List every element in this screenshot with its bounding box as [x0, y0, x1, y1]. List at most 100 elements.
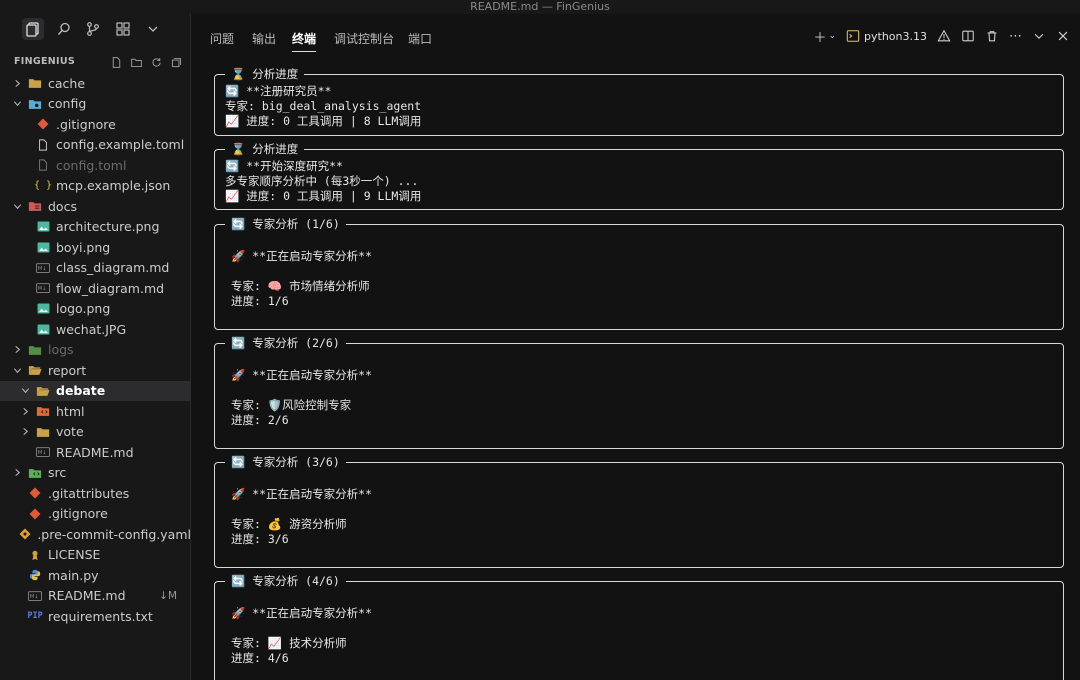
split-terminal-icon[interactable] — [961, 28, 975, 44]
tab-debug-console[interactable]: 调试控制台 — [334, 30, 394, 47]
markdown-icon: M↓ — [28, 590, 42, 602]
chevron-right-icon[interactable] — [12, 345, 22, 355]
box-legend: 🔄 专家分析 (1/6) — [225, 217, 346, 231]
tree-file[interactable]: LICENSE — [0, 545, 191, 566]
explorer-icon[interactable] — [22, 18, 44, 40]
tree-folder[interactable]: cache — [0, 73, 191, 94]
tree-item-label: docs — [48, 198, 77, 214]
tab-problems[interactable]: 问题 — [210, 30, 234, 47]
tree-file[interactable]: logo.png — [0, 299, 191, 320]
close-icon[interactable] — [1056, 28, 1070, 44]
tab-output[interactable]: 输出 — [252, 30, 276, 47]
tree-item-label: architecture.png — [56, 219, 160, 235]
tree-item-label: config.toml — [56, 157, 127, 173]
chevron-right-icon[interactable] — [12, 468, 22, 478]
terminal-line: 专家: 📈 技术分析师 — [231, 636, 347, 650]
git-icon — [28, 508, 42, 520]
tree-item-label: .pre-commit-config.yaml — [37, 526, 191, 542]
warning-icon[interactable] — [937, 28, 951, 44]
git-icon — [28, 487, 42, 499]
tree-folder[interactable]: report — [0, 360, 191, 381]
chevron-right-icon[interactable] — [20, 427, 30, 437]
trash-icon[interactable] — [985, 28, 999, 44]
chevron-right-icon[interactable] — [20, 406, 30, 416]
new-folder-icon[interactable] — [129, 55, 143, 69]
tree-item-label: cache — [48, 75, 86, 91]
tree-folder[interactable]: vote — [0, 422, 191, 443]
tree-file[interactable]: PIP requirements.txt — [0, 606, 191, 627]
more-icon[interactable]: ⋯ — [1009, 28, 1022, 44]
terminal-line: 专家: 🛡️风险控制专家 — [231, 398, 352, 412]
terminal-line: 📈 进度: 0 工具调用 | 8 LLM调用 — [225, 114, 422, 128]
source-control-icon[interactable] — [82, 18, 104, 40]
svg-text:M↓: M↓ — [38, 266, 47, 272]
tree-item-label: boyi.png — [56, 239, 111, 255]
tree-file[interactable]: { } mcp.example.json — [0, 176, 191, 197]
extensions-icon[interactable] — [112, 18, 134, 40]
tree-file[interactable]: config.example.toml — [0, 135, 191, 156]
image-icon — [36, 323, 50, 335]
file-tree: cache config .gitignore config.example.toml… — [0, 73, 191, 627]
tree-file[interactable]: boyi.png — [0, 237, 191, 258]
terminal-line: 进度: 3/6 — [231, 532, 289, 546]
tree-item-label: logs — [48, 342, 74, 358]
tree-file[interactable]: M↓ README.md — [0, 442, 191, 463]
tree-file[interactable]: M↓ README.md ↓M — [0, 586, 191, 607]
chevron-down-icon[interactable] — [142, 18, 164, 40]
chevron-right-icon[interactable] — [12, 78, 22, 88]
terminal-line: 🚀 **正在启动专家分析** — [231, 368, 372, 382]
chevron-down-icon[interactable] — [20, 386, 30, 396]
chevron-down-icon[interactable] — [12, 365, 22, 375]
search-icon[interactable] — [53, 18, 75, 40]
tree-folder[interactable]: html — [0, 401, 191, 422]
collapse-all-icon[interactable] — [169, 55, 183, 69]
chevron-down-icon[interactable] — [12, 99, 22, 109]
expert-analysis-box: 🔄 专家分析 (3/6) 🚀 **正在启动专家分析** 专家: 💰 游资分析师 … — [214, 455, 1064, 568]
new-terminal-button[interactable]: ＋ ⌄ — [813, 28, 837, 46]
terminal-line: 进度: 4/6 — [231, 651, 289, 665]
tree-item-label: requirements.txt — [48, 608, 153, 624]
tree-file[interactable]: M↓ class_diagram.md — [0, 258, 191, 279]
refresh-icon[interactable] — [149, 55, 163, 69]
chevron-down-icon[interactable] — [1032, 28, 1046, 44]
tree-file[interactable]: wechat.JPG — [0, 319, 191, 340]
terminal-line: 🔄 **注册研究员** — [225, 84, 332, 98]
terminal-profile-button[interactable]: python3.13 — [846, 29, 927, 43]
tree-file[interactable]: .pre-commit-config.yaml — [0, 524, 191, 545]
tree-file[interactable]: .gitignore — [0, 114, 191, 135]
json-icon: { } — [33, 180, 53, 192]
tree-file[interactable]: config.toml — [0, 155, 191, 176]
markdown-icon: M↓ — [36, 446, 50, 458]
terminal-line: 🚀 **正在启动专家分析** — [231, 249, 372, 263]
tree-file[interactable]: main.py — [0, 565, 191, 586]
tree-item-label: report — [48, 362, 87, 378]
tab-ports[interactable]: 端口 — [408, 30, 432, 47]
terminal-line: 专家: 💰 游资分析师 — [231, 517, 347, 531]
tree-item-label: main.py — [48, 567, 99, 583]
tree-file[interactable]: M↓ flow_diagram.md — [0, 278, 191, 299]
chevron-down-icon: ⌄ — [828, 31, 837, 41]
tree-file[interactable]: architecture.png — [0, 217, 191, 238]
svg-text:M↓: M↓ — [38, 286, 47, 292]
tree-item-label: mcp.example.json — [56, 178, 171, 194]
tree-file[interactable]: .gitattributes — [0, 483, 191, 504]
folder-config-icon — [28, 98, 42, 110]
license-icon — [28, 549, 42, 561]
chevron-down-icon[interactable] — [12, 201, 22, 211]
tree-folder[interactable]: debate — [0, 380, 191, 401]
terminal-line: 🚀 **正在启动专家分析** — [231, 606, 372, 620]
tree-folder[interactable]: docs — [0, 196, 191, 217]
new-file-icon[interactable] — [109, 55, 123, 69]
tree-item-label: README.md — [56, 444, 134, 460]
explorer-title: FINGENIUS — [14, 56, 76, 67]
tab-terminal[interactable]: 终端 — [292, 30, 317, 52]
terminal-line: 📈 进度: 0 工具调用 | 9 LLM调用 — [225, 189, 422, 203]
tree-folder[interactable]: logs — [0, 340, 191, 361]
tree-file[interactable]: .gitignore — [0, 504, 191, 525]
tree-folder[interactable]: config — [0, 94, 191, 115]
tree-folder[interactable]: src — [0, 463, 191, 484]
